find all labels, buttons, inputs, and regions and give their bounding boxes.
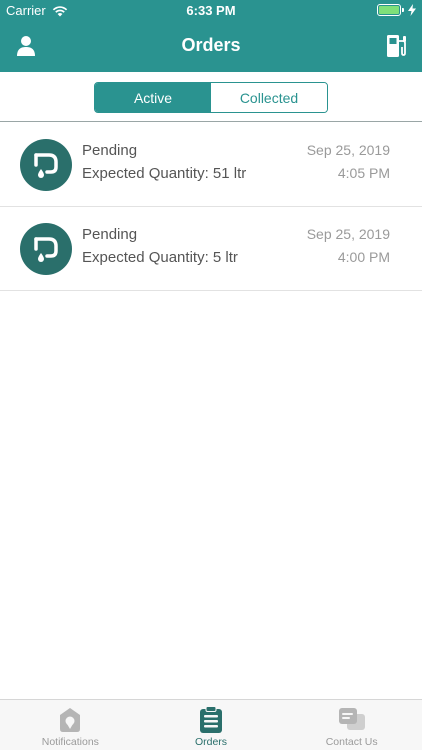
battery-indicator (377, 4, 416, 16)
list-item[interactable]: Pending Expected Quantity: 5 ltr Sep 25,… (0, 207, 422, 291)
order-quantity: Expected Quantity: 5 ltr (82, 249, 238, 266)
navigation-bar: Orders (0, 22, 422, 72)
fuel-drop-icon (20, 139, 72, 191)
tab-orders[interactable]: Orders (141, 700, 282, 750)
tab-label: Orders (194, 736, 228, 748)
order-time: 4:05 PM (337, 165, 390, 181)
order-status: Pending (82, 226, 138, 243)
tab-label: Contact Us (325, 736, 378, 748)
battery-icon (377, 4, 404, 16)
charging-bolt-icon (408, 4, 416, 16)
status-time: 6:33 PM (186, 3, 236, 18)
tab-label: Notifications (41, 736, 99, 748)
fuel-pump-icon[interactable] (386, 33, 408, 59)
tab-bar: Notifications Orders Contact Us (0, 699, 422, 750)
notification-pin-icon (56, 706, 84, 734)
order-date: Sep 25, 2019 (306, 226, 390, 242)
tab-notifications[interactable]: Notifications (0, 700, 141, 750)
segment-collected[interactable]: Collected (211, 83, 327, 112)
order-time: 4:00 PM (337, 249, 390, 265)
page-title: Orders (181, 35, 241, 55)
status-bar: Carrier 6:33 PM (0, 0, 422, 22)
segment-active[interactable]: Active (95, 83, 211, 112)
order-quantity: Expected Quantity: 51 ltr (82, 165, 247, 182)
order-filter-segmented-control: Active Collected (94, 82, 328, 113)
order-list: Pending Expected Quantity: 51 ltr Sep 25… (0, 123, 422, 291)
tab-contact-us[interactable]: Contact Us (281, 700, 422, 750)
fuel-drop-icon (20, 223, 72, 275)
order-date: Sep 25, 2019 (306, 142, 390, 158)
order-status: Pending (82, 142, 138, 159)
chat-bubbles-icon (338, 706, 366, 734)
clipboard-icon (197, 706, 225, 734)
segment-bar: Active Collected (0, 72, 422, 122)
list-item[interactable]: Pending Expected Quantity: 51 ltr Sep 25… (0, 123, 422, 207)
